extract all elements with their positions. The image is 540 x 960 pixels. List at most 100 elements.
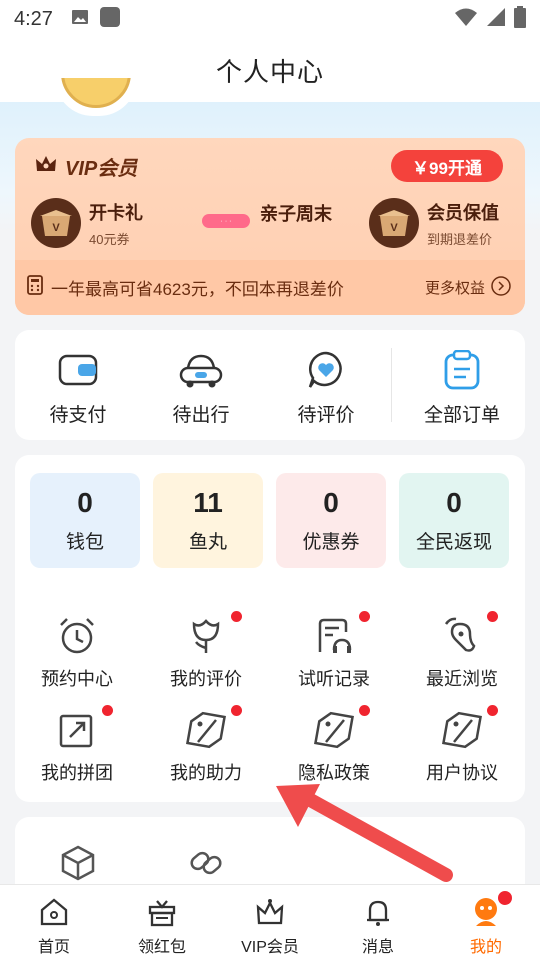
tool-label: 我的拼团	[41, 763, 113, 783]
benefit-name: 开卡礼	[89, 202, 143, 223]
clipboard-icon	[407, 348, 517, 392]
tool-privacy-policy[interactable]: 隐私政策	[274, 705, 394, 785]
tool-recent-browse[interactable]: 最近浏览	[402, 611, 522, 691]
tab-label: 领红包	[137, 939, 186, 956]
svg-text:V: V	[390, 222, 398, 234]
vip-savings-text: 一年最高可省4623元，不回本再退差价	[51, 280, 344, 299]
tool-label: 我的评价	[170, 669, 242, 689]
battery-icon	[514, 5, 526, 33]
tag-icon	[402, 705, 522, 753]
tag-icon	[274, 705, 394, 753]
cube-icon[interactable]	[60, 845, 96, 886]
tool-label: 用户协议	[426, 763, 498, 783]
vip-footer[interactable]: 一年最高可省4623元，不回本再退差价 更多权益	[15, 260, 525, 315]
asset-fishball[interactable]: 11 鱼丸	[153, 473, 263, 568]
tool-label: 隐私政策	[298, 763, 370, 783]
link-icon[interactable]	[187, 845, 225, 886]
status-bar: 4:27	[0, 0, 540, 38]
tool-my-reviews[interactable]: 我的评价	[146, 611, 266, 691]
tool-my-group-buy[interactable]: 我的拼团	[17, 705, 137, 785]
vip-card[interactable]: VIP会员 ￥99开通 V 开卡礼 40元券 · · · 亲子周末 V 会员保值…	[15, 138, 525, 315]
order-pending-review[interactable]: 待评价	[271, 348, 381, 427]
more-benefits-label: 更多权益	[424, 280, 485, 297]
tool-listen-history[interactable]: 试听记录	[274, 611, 394, 691]
asset-cashback[interactable]: 0 全民返现	[399, 473, 509, 568]
car-icon	[146, 348, 256, 392]
order-label: 全部订单	[423, 405, 500, 426]
crown-icon	[35, 155, 57, 178]
heart-chat-icon	[271, 348, 381, 392]
asset-value: 11	[193, 487, 223, 518]
orders-card: 待支付 待出行 待评价 全部订单	[15, 330, 525, 440]
avatar-image	[61, 78, 131, 108]
asset-label: 钱包	[65, 532, 104, 553]
order-pending-payment[interactable]: 待支付	[23, 348, 133, 427]
flower-icon	[146, 611, 266, 659]
gift-box-icon: V	[31, 198, 81, 248]
tab-messages[interactable]: 消息	[324, 885, 432, 960]
promo-badge-graphic: · · ·	[202, 214, 250, 228]
home-icon	[39, 897, 69, 927]
benefit-sub: 到期退差价	[427, 231, 493, 247]
notification-dot	[487, 611, 498, 622]
tool-label: 最近浏览	[426, 669, 498, 689]
tool-label: 试听记录	[298, 669, 370, 689]
wallet-icon	[23, 348, 133, 392]
signal-icon	[486, 7, 506, 32]
chevron-right-icon	[491, 275, 511, 300]
notification-dot	[231, 611, 242, 622]
asset-value: 0	[446, 487, 462, 518]
asset-value: 0	[323, 487, 339, 518]
image-notification-icon	[71, 9, 89, 30]
profile-icon	[470, 897, 502, 927]
more-benefits-link[interactable]: 更多权益	[424, 275, 511, 300]
tool-label: 预约中心	[41, 669, 113, 689]
vip-open-button[interactable]: ￥99开通	[391, 150, 503, 182]
notification-dot	[498, 891, 512, 905]
notification-dot	[231, 705, 242, 716]
tag-icon	[146, 705, 266, 753]
tab-vip[interactable]: VIP会员	[216, 885, 324, 960]
svg-text:V: V	[52, 222, 60, 234]
notification-dot	[359, 705, 370, 716]
benefit-name-middle[interactable]: 亲子周末	[260, 200, 332, 226]
asset-label: 优惠券	[302, 532, 360, 553]
tool-user-agreement[interactable]: 用户协议	[402, 705, 522, 785]
tool-label: 我的助力	[170, 763, 242, 783]
order-pending-trip[interactable]: 待出行	[146, 348, 256, 427]
divider	[391, 348, 392, 422]
asset-value: 0	[77, 487, 93, 518]
gift-box-icon: V	[369, 198, 419, 248]
order-all[interactable]: 全部订单	[407, 348, 517, 427]
tab-label: 首页	[37, 939, 70, 956]
order-label: 待出行	[172, 405, 230, 426]
order-label: 待支付	[49, 405, 107, 426]
tab-red-packet[interactable]: 领红包	[108, 885, 216, 960]
calculator-icon	[27, 275, 43, 300]
notification-dot	[359, 611, 370, 622]
tab-label: VIP会员	[241, 939, 299, 956]
asset-label: 鱼丸	[188, 532, 227, 553]
footprint-icon	[402, 611, 522, 659]
alarm-clock-icon	[17, 613, 137, 659]
benefit-card-gift[interactable]: V 开卡礼 40元券	[31, 198, 143, 248]
bell-icon	[363, 897, 393, 927]
asset-wallet[interactable]: 0 钱包	[30, 473, 140, 568]
tab-label: 我的	[469, 939, 502, 956]
app-notification-icon	[99, 6, 121, 33]
tab-label: 消息	[361, 939, 394, 956]
tab-home[interactable]: 首页	[0, 885, 108, 960]
tab-mine[interactable]: 我的	[432, 885, 540, 960]
benefit-card-value[interactable]: V 会员保值 到期退差价	[369, 198, 499, 248]
asset-coupon[interactable]: 0 优惠券	[276, 473, 386, 568]
wifi-icon	[454, 7, 478, 32]
tool-booking-center[interactable]: 预约中心	[17, 613, 137, 691]
status-time: 4:27	[14, 7, 53, 30]
asset-label: 全民返现	[415, 532, 492, 553]
share-box-icon	[17, 705, 137, 753]
order-label: 待评价	[297, 405, 355, 426]
notification-dot	[487, 705, 498, 716]
page-title: 个人中心	[215, 56, 324, 87]
benefit-sub: 40元券	[89, 231, 130, 247]
tool-my-assist[interactable]: 我的助力	[146, 705, 266, 785]
